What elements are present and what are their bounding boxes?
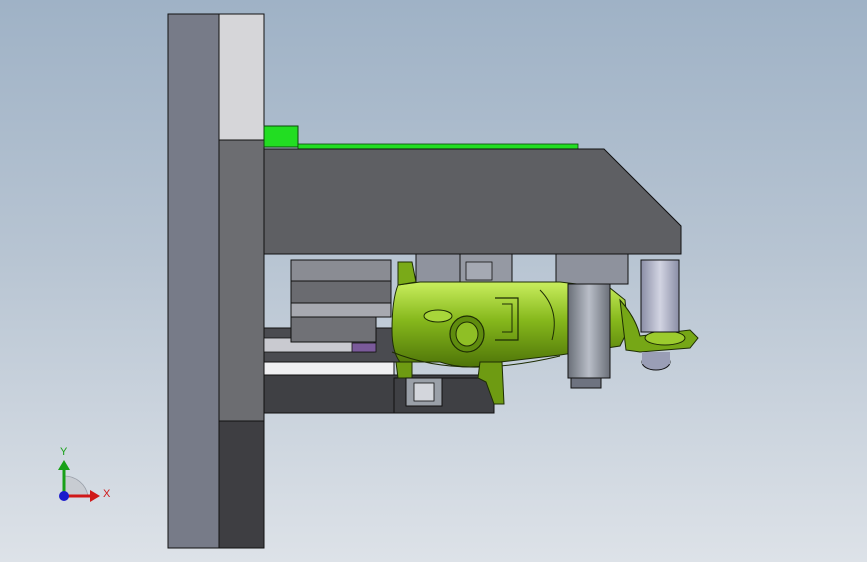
block-d[interactable] [290, 259, 392, 282]
green-strip[interactable] [297, 143, 579, 150]
hanging-block-1[interactable] [415, 253, 461, 285]
small-block[interactable] [465, 261, 493, 281]
upper-plate[interactable] [263, 148, 682, 255]
hanging-block-3[interactable] [555, 253, 629, 285]
axis-x-label: X [103, 488, 111, 500]
mid-plate-middle[interactable] [218, 139, 265, 422]
white-strip[interactable] [263, 361, 395, 376]
green-block[interactable] [263, 125, 299, 148]
block-a[interactable] [290, 316, 377, 343]
mid-plate-top[interactable] [218, 13, 265, 141]
model-scene[interactable]: Y X [0, 0, 867, 562]
mid-plate-bottom[interactable] [218, 420, 265, 549]
purple-pin[interactable] [351, 342, 377, 353]
pin-center[interactable] [567, 283, 611, 379]
coordinate-triad: Y X [58, 446, 111, 502]
block-c[interactable] [290, 280, 392, 304]
base-plate-left[interactable] [167, 13, 220, 549]
block-b[interactable] [290, 302, 392, 318]
axis-y-label: Y [60, 446, 68, 458]
pin-right[interactable] [640, 259, 680, 333]
graphics-viewport[interactable]: Y X [0, 0, 867, 562]
green-hook-left[interactable] [395, 361, 413, 379]
